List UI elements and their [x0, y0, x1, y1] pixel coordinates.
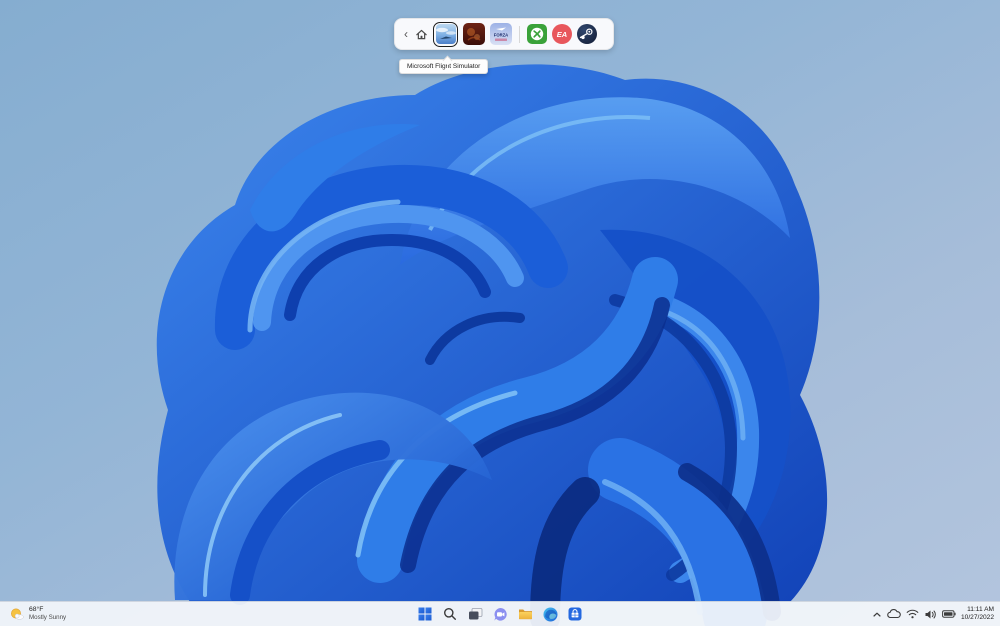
network-button[interactable]: [906, 609, 919, 619]
home-icon: [416, 29, 427, 39]
steam-icon: [577, 24, 597, 44]
xbox-launcher-button[interactable]: [527, 24, 547, 44]
taskbar-center-icons: [415, 604, 586, 625]
weather-temperature: 68°F: [29, 606, 44, 614]
onedrive-cloud-icon: [887, 609, 901, 619]
clock-date: 10/27/2022: [960, 614, 994, 621]
magnifier-icon: [444, 608, 457, 621]
file-explorer-button[interactable]: [515, 604, 536, 625]
back-button[interactable]: ‹: [402, 28, 410, 40]
volume-button[interactable]: [924, 609, 937, 620]
svg-text:EA: EA: [557, 30, 567, 39]
clock-widget[interactable]: 11:11 AM 10/27/2022: [961, 606, 994, 622]
onedrive-button[interactable]: [887, 609, 901, 619]
folder-icon: [518, 609, 532, 620]
edge-button[interactable]: [540, 604, 561, 625]
game-cover-dark-red-icon: [463, 23, 485, 45]
chevron-up-icon: [873, 612, 881, 617]
clock-time: 11:11 AM: [967, 605, 994, 613]
xbox-icon: [527, 24, 547, 44]
ea-icon: EA: [552, 24, 572, 44]
weather-widget[interactable]: 68°F Mostly Sunny: [0, 602, 76, 626]
chat-button[interactable]: [490, 604, 511, 625]
search-button[interactable]: [440, 604, 461, 625]
weather-condition: Mostly Sunny: [29, 614, 67, 622]
game-tile-flight-simulator[interactable]: [433, 21, 458, 47]
store-bag-icon: [568, 607, 582, 621]
ea-launcher-button[interactable]: EA: [552, 24, 572, 44]
wifi-icon: [906, 609, 919, 619]
home-button[interactable]: [415, 28, 428, 41]
game-tile-forza[interactable]: FORZA: [490, 23, 512, 45]
bloom-wallpaper: [156, 64, 828, 626]
game-tile-2[interactable]: [463, 23, 485, 45]
edge-swirl-icon: [543, 607, 557, 621]
video-chat-bubble-icon: [493, 607, 507, 621]
task-view-button[interactable]: [465, 604, 486, 625]
steam-launcher-button[interactable]: [577, 24, 597, 44]
chevron-left-icon: ‹: [404, 27, 408, 41]
flight-simulator-cover-icon: [435, 24, 456, 44]
taskbar: 68°F Mostly Sunny 11:11 AM 10/27/2022: [0, 601, 1000, 626]
store-button[interactable]: [565, 604, 586, 625]
forza-cover-icon: FORZA: [490, 23, 512, 45]
battery-icon: [942, 610, 956, 618]
tooltip-text: Microsoft Flight Simulator: [407, 63, 481, 70]
divider: [519, 25, 520, 43]
battery-button[interactable]: [942, 610, 956, 618]
weather-text: 68°F Mostly Sunny: [29, 606, 66, 622]
svg-text:FORZA: FORZA: [494, 33, 508, 38]
game-launcher-bar: ‹ FORZA EA: [394, 18, 614, 50]
speaker-icon: [925, 610, 936, 618]
show-hidden-icons-button[interactable]: [872, 610, 882, 619]
tooltip-flight-simulator: Microsoft Flight Simulator: [399, 55, 489, 74]
partly-sunny-icon: [11, 608, 24, 620]
system-tray: 11:11 AM 10/27/2022: [872, 602, 1000, 626]
stacked-windows-icon: [468, 608, 482, 620]
start-button[interactable]: [415, 604, 436, 625]
windows-logo-icon: [418, 607, 432, 621]
